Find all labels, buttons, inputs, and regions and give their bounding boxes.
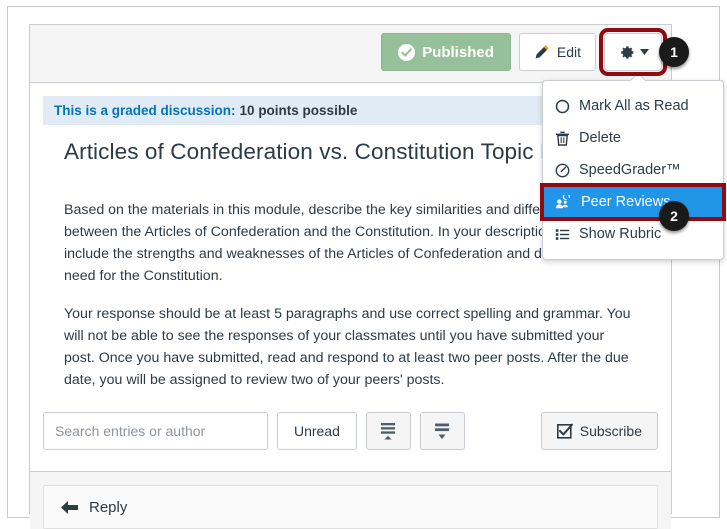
callout-badge-2: 2	[659, 201, 689, 231]
collapse-threads-icon	[378, 422, 398, 441]
circle-outline-icon	[555, 99, 570, 114]
dropdown-caret-icon	[631, 73, 645, 81]
menu-item-peer-reviews[interactable]: Peer Reviews	[540, 183, 726, 221]
outer-frame: Published Edit This is a graded discussi…	[7, 6, 726, 529]
menu-item-mark-all-as-read[interactable]: Mark All as Read	[543, 90, 723, 122]
edit-button-label: Edit	[556, 44, 581, 60]
reply-section: Reply	[30, 471, 671, 529]
chevron-down-icon	[639, 48, 649, 56]
published-button[interactable]: Published	[381, 33, 511, 71]
gear-icon	[618, 44, 635, 61]
menu-item-delete[interactable]: Delete	[543, 122, 723, 154]
screenshot-root: Published Edit This is a graded discussi…	[0, 0, 727, 529]
search-input[interactable]	[43, 412, 268, 450]
checked-box-icon	[556, 423, 573, 439]
entries-toolbar: Unread	[43, 412, 658, 450]
menu-item-label: SpeedGrader™	[579, 162, 681, 178]
published-button-label: Published	[422, 43, 494, 61]
subscribe-button[interactable]: Subscribe	[540, 412, 658, 450]
callout-badge-1: 1	[659, 37, 689, 67]
menu-item-speedgrader[interactable]: SpeedGrader™	[543, 154, 723, 186]
unread-button-label: Unread	[294, 423, 340, 439]
reply-button[interactable]: Reply	[43, 485, 658, 529]
menu-item-label: Show Rubric	[579, 226, 662, 242]
expand-threads-icon	[432, 422, 452, 441]
published-check-circle-icon	[398, 43, 416, 61]
collapse-threads-button[interactable]	[365, 412, 411, 450]
reply-button-label: Reply	[89, 498, 128, 516]
pencil-icon	[534, 44, 550, 60]
unread-filter-button[interactable]: Unread	[277, 412, 357, 450]
graded-banner-label: This is a graded discussion:	[54, 103, 236, 118]
settings-gear-button[interactable]	[599, 28, 667, 76]
menu-item-label: Peer Reviews	[581, 194, 671, 210]
discussion-header-toolbar: Published Edit	[30, 25, 671, 83]
peer-reviews-users-icon	[555, 192, 572, 210]
graded-banner-points: 10 points possible	[239, 103, 358, 118]
edit-button[interactable]: Edit	[518, 33, 596, 71]
subscribe-button-label: Subscribe	[579, 423, 642, 439]
speedgrader-gauge-icon	[555, 163, 570, 178]
discussion-paragraph: Your response should be at least 5 parag…	[64, 306, 631, 388]
menu-item-label: Mark All as Read	[579, 98, 689, 114]
menu-item-show-rubric[interactable]: Show Rubric	[543, 218, 723, 250]
trash-icon	[555, 131, 570, 146]
settings-dropdown-menu: Mark All as Read Delete SpeedGrader™ Pee…	[540, 80, 726, 260]
reply-arrow-icon	[60, 499, 79, 516]
expand-threads-button[interactable]	[419, 412, 465, 450]
menu-item-label: Delete	[579, 130, 621, 146]
header-actions-group: Published Edit	[381, 28, 667, 76]
rubric-list-icon	[555, 227, 570, 242]
